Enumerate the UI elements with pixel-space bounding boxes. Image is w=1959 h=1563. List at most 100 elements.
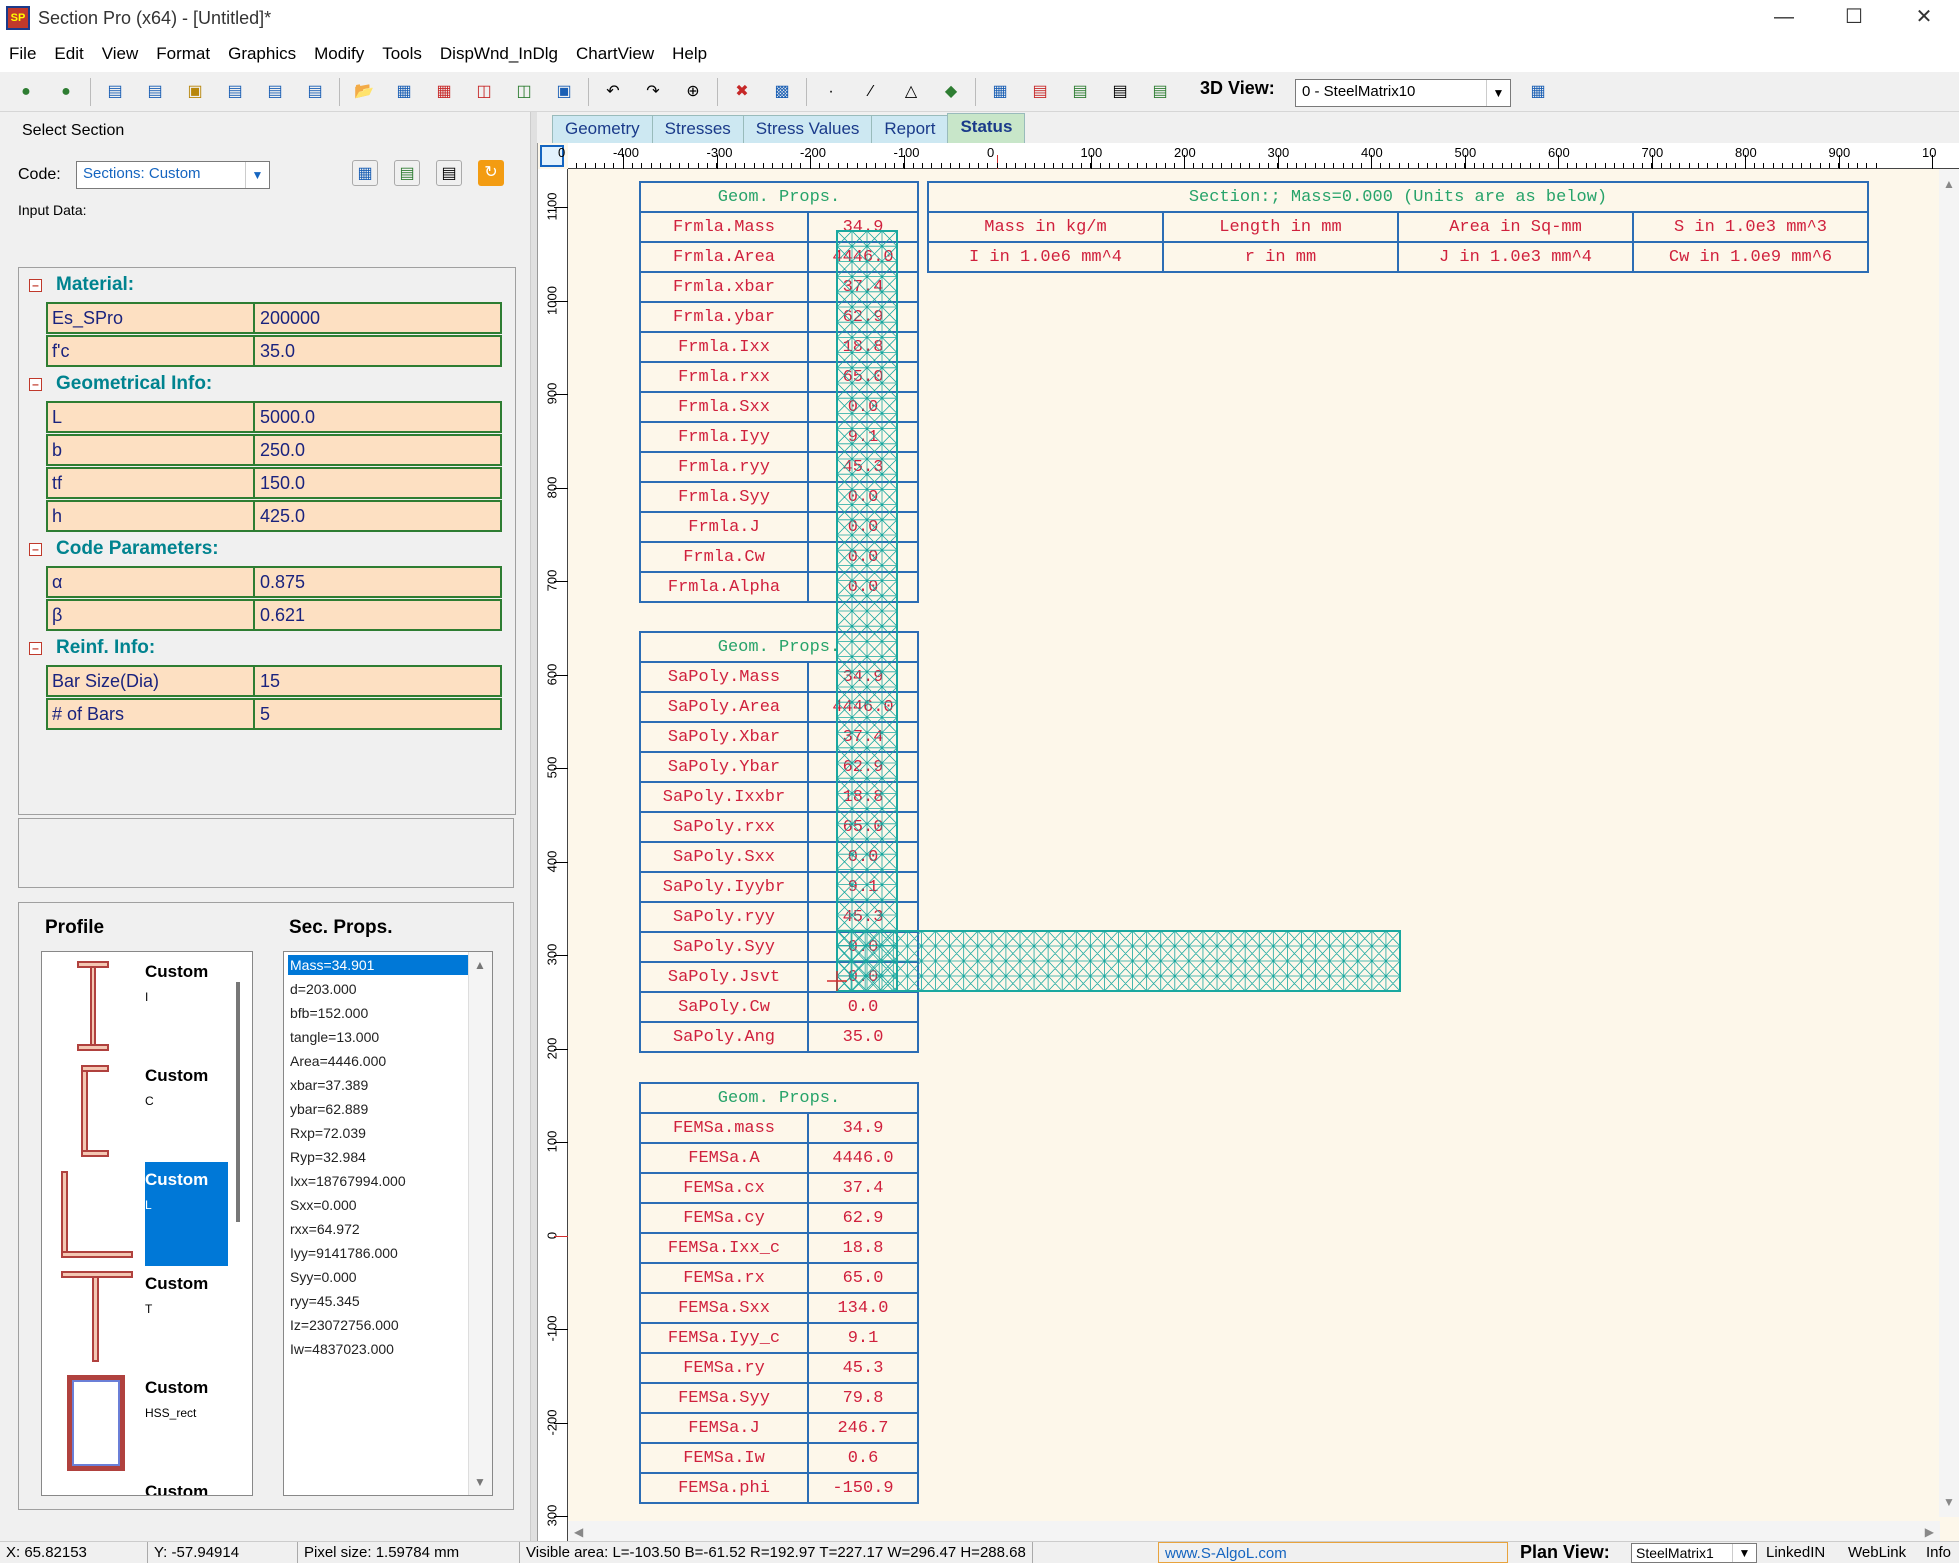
section-table-icon[interactable]: ▤ <box>394 160 420 186</box>
website-link[interactable]: www.S-AlgoL.com <box>1158 1542 1508 1563</box>
sec-prop-item[interactable]: Area=4446.000 <box>288 1051 468 1071</box>
globe-icon[interactable]: ● <box>13 79 39 105</box>
profile-item-c[interactable]: Custom C <box>42 1058 228 1162</box>
profile-list[interactable]: Custom I Custom C Custom L Custom T Cust… <box>41 951 253 1496</box>
paste-icon[interactable]: ▤ <box>436 160 462 186</box>
copy-icon[interactable]: ▤ <box>1067 79 1093 105</box>
mesh-icon[interactable]: ▩ <box>769 79 795 105</box>
sec-prop-item[interactable]: d=203.000 <box>288 979 468 999</box>
category-reinf-info[interactable]: – Reinf. Info: <box>29 637 155 659</box>
sec-prop-item[interactable]: Mass=34.901 <box>288 955 468 975</box>
menu-edit[interactable]: Edit <box>45 44 92 64</box>
drawing-canvas[interactable]: 0 -400 -300 -200 -100 0 100 200 300 400 500 600 700… <box>537 143 1959 1543</box>
sec-prop-item[interactable]: Ryp=32.984 <box>288 1147 468 1167</box>
save-icon[interactable]: ▣ <box>551 79 577 105</box>
menu-dispwnd[interactable]: DispWnd_InDlg <box>431 44 567 64</box>
section-settings-icon[interactable]: ▦ <box>352 160 378 186</box>
sec-props-list[interactable]: Mass=34.901 d=203.000 bfb=152.000 tangle… <box>283 951 493 1496</box>
close-button[interactable]: ✕ <box>1889 0 1959 36</box>
view3d-select[interactable]: 0 - SteelMatrix10 ▼ <box>1295 79 1511 107</box>
sec-prop-item[interactable]: bfb=152.000 <box>288 1003 468 1023</box>
open-folder-icon[interactable]: 📂 <box>351 79 377 105</box>
category-code-parameters[interactable]: – Code Parameters: <box>29 538 219 560</box>
menu-format[interactable]: Format <box>147 44 219 64</box>
profile-item-l[interactable]: Custom L <box>42 1162 228 1266</box>
sec-prop-item[interactable]: rxx=64.972 <box>288 1219 468 1239</box>
line-icon[interactable]: ∕ <box>858 79 884 105</box>
table-icon[interactable]: ▦ <box>391 79 417 105</box>
property-value[interactable]: 150.0 <box>255 469 500 497</box>
profile-item-more[interactable]: Custom <box>42 1474 228 1495</box>
property-value[interactable]: 0.621 <box>255 601 500 629</box>
info-button[interactable]: Info <box>1926 1544 1951 1561</box>
property-row[interactable]: Es_SPro 200000 <box>46 302 502 334</box>
property-value[interactable]: 250.0 <box>255 436 500 464</box>
sec-prop-item[interactable]: xbar=37.389 <box>288 1075 468 1095</box>
menu-graphics[interactable]: Graphics <box>219 44 305 64</box>
menu-chartview[interactable]: ChartView <box>567 44 663 64</box>
profile-item-t[interactable]: Custom T <box>42 1266 228 1370</box>
layers-icon[interactable]: ▣ <box>182 79 208 105</box>
pdf-icon[interactable]: ◫ <box>471 79 497 105</box>
tab-stress-values[interactable]: Stress Values <box>742 115 873 143</box>
sheet-icon[interactable]: ▤ <box>102 79 128 105</box>
excel-icon[interactable]: ◫ <box>511 79 537 105</box>
undo-icon[interactable]: ↶ <box>600 79 626 105</box>
property-value[interactable]: 0.875 <box>255 568 500 596</box>
export-icon[interactable]: ▤ <box>1147 79 1173 105</box>
maximize-button[interactable]: ☐ <box>1819 0 1889 36</box>
property-row[interactable]: Bar Size(Dia) 15 <box>46 665 502 697</box>
property-row[interactable]: tf 150.0 <box>46 467 502 499</box>
property-row[interactable]: α 0.875 <box>46 566 502 598</box>
category-material[interactable]: – Material: <box>29 274 134 296</box>
scroll-down-icon[interactable]: ▼ <box>474 1475 486 1489</box>
panel-splitter[interactable] <box>530 112 537 1542</box>
point-icon[interactable]: · <box>818 79 844 105</box>
minimize-button[interactable]: — <box>1749 0 1819 36</box>
sheet-refresh-icon[interactable]: ▤ <box>222 79 248 105</box>
profile-item-hss[interactable]: Custom HSS_rect <box>42 1370 228 1474</box>
sec-prop-item[interactable]: Syy=0.000 <box>288 1267 468 1287</box>
collapse-icon[interactable]: – <box>29 641 42 655</box>
sec-prop-item[interactable]: Iz=23072756.000 <box>288 1315 468 1335</box>
canvas-hscroll[interactable]: ◀ ▶ <box>568 1521 1940 1543</box>
property-value[interactable]: 15 <box>255 667 500 695</box>
menu-view[interactable]: View <box>93 44 148 64</box>
property-row[interactable]: h 425.0 <box>46 500 502 532</box>
sec-prop-item[interactable]: Sxx=0.000 <box>288 1195 468 1215</box>
section-mesh[interactable] <box>538 143 1959 1543</box>
report-icon[interactable]: ▤ <box>1027 79 1053 105</box>
collapse-icon[interactable]: – <box>29 278 42 292</box>
grid-icon[interactable]: ▦ <box>987 79 1013 105</box>
tools-icon[interactable]: ✖ <box>729 79 755 105</box>
property-row[interactable]: L 5000.0 <box>46 401 502 433</box>
sec-props-scrollbar[interactable]: ▲ ▼ <box>468 952 492 1495</box>
view-settings-icon[interactable]: ▦ <box>1525 79 1551 105</box>
sheet-edit-icon[interactable]: ▤ <box>142 79 168 105</box>
property-value[interactable]: 5 <box>255 700 500 728</box>
shapes-icon[interactable]: ◆ <box>938 79 964 105</box>
linkedin-button[interactable]: LinkedIN <box>1766 1544 1825 1561</box>
refresh-icon[interactable]: ↻ <box>478 160 504 186</box>
plan-view-select[interactable]: SteelMatrix1 ▼ <box>1631 1543 1757 1563</box>
property-row[interactable]: b 250.0 <box>46 434 502 466</box>
property-value[interactable]: 5000.0 <box>255 403 500 431</box>
tab-status[interactable]: Status <box>947 113 1026 143</box>
chevron-down-icon[interactable]: ▼ <box>1732 1544 1756 1562</box>
chevron-down-icon[interactable]: ▼ <box>245 162 269 188</box>
collapse-icon[interactable]: – <box>29 377 42 391</box>
globe-search-icon[interactable]: ● <box>53 79 79 105</box>
sec-prop-item[interactable]: Iw=4837023.000 <box>288 1339 468 1359</box>
chevron-down-icon[interactable]: ▼ <box>1486 80 1510 106</box>
sec-prop-item[interactable]: ybar=62.889 <box>288 1099 468 1119</box>
collapse-icon[interactable]: – <box>29 542 42 556</box>
tab-stresses[interactable]: Stresses <box>651 115 744 143</box>
sheet-chart-icon[interactable]: ▤ <box>302 79 328 105</box>
menu-modify[interactable]: Modify <box>305 44 373 64</box>
menu-help[interactable]: Help <box>663 44 716 64</box>
redo-icon[interactable]: ↷ <box>640 79 666 105</box>
property-row[interactable]: β 0.621 <box>46 599 502 631</box>
print-icon[interactable]: ▤ <box>1107 79 1133 105</box>
profile-item-i[interactable]: Custom I <box>42 954 228 1058</box>
zoom-icon[interactable]: ⊕ <box>680 79 706 105</box>
